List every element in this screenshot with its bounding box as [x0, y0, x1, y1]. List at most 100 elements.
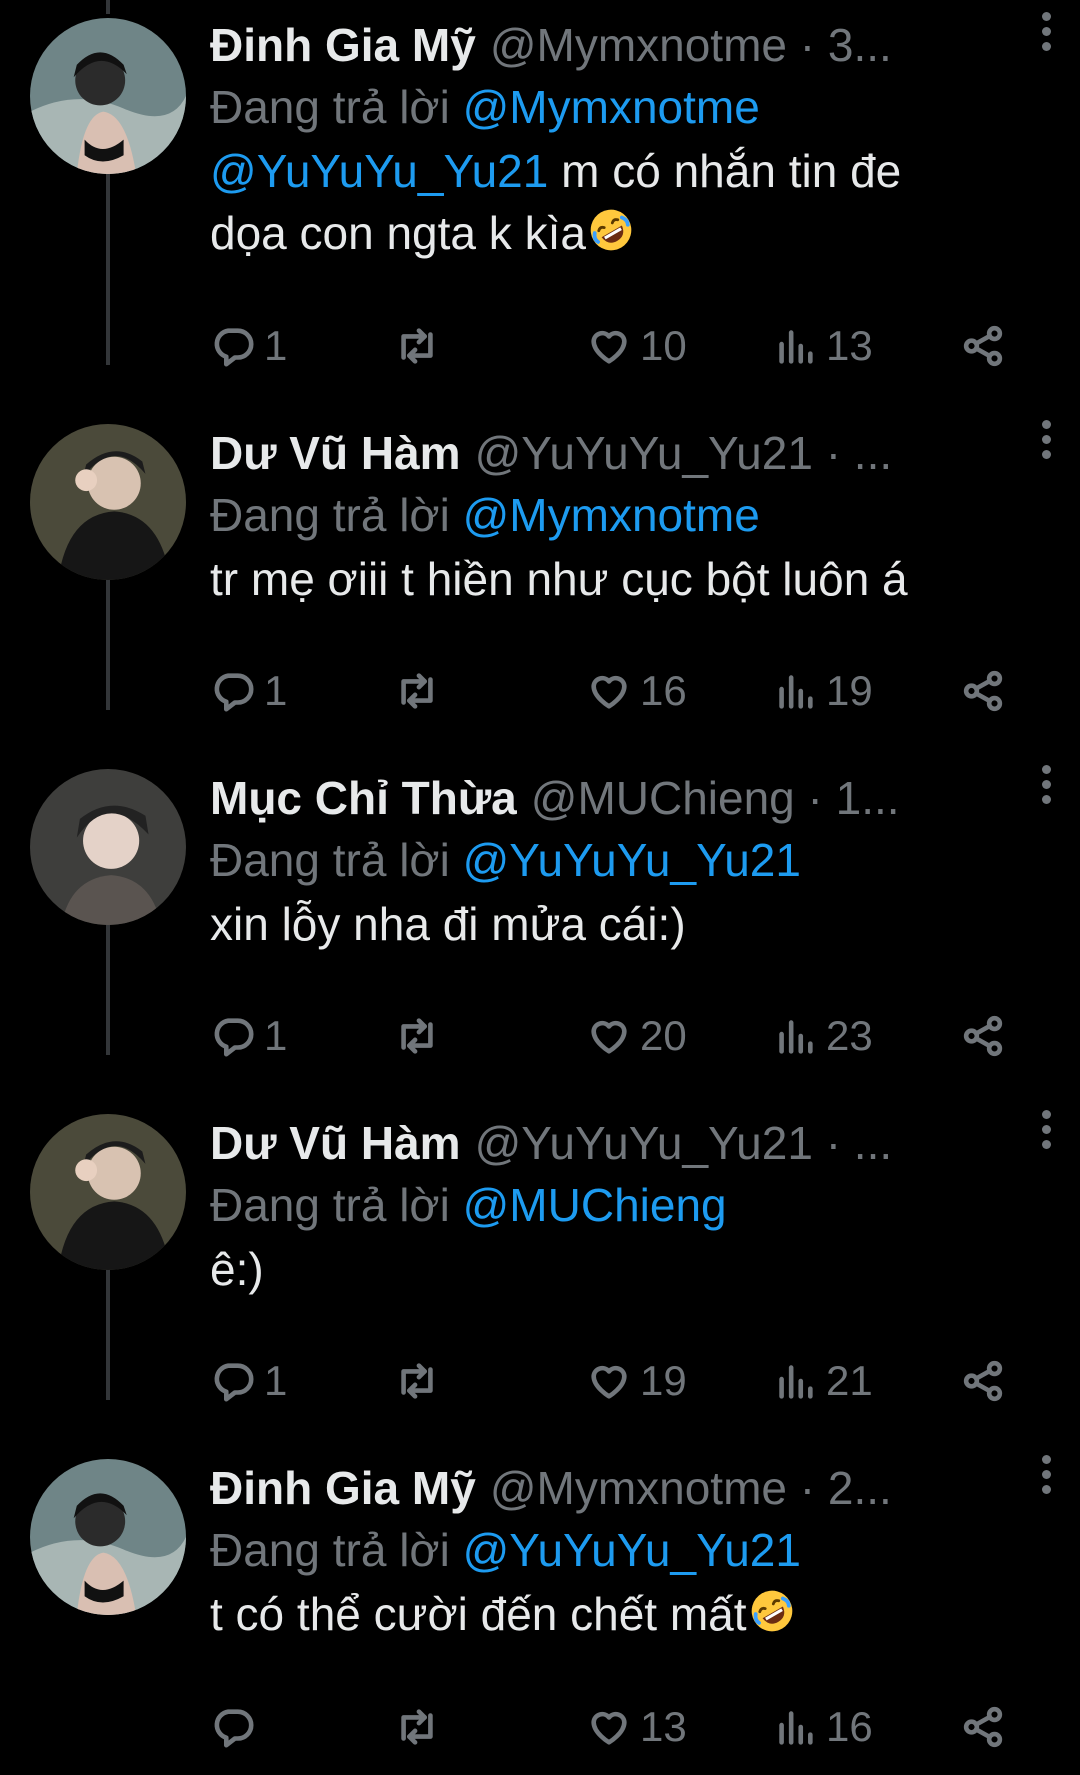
tweet-actions: 1 20 23	[210, 1006, 1010, 1066]
view-count: 23	[826, 1012, 873, 1059]
avatar[interactable]	[30, 1114, 186, 1270]
reply-icon	[210, 323, 256, 369]
tweet-text-part: dọa con ngta k kìa	[210, 207, 586, 259]
views-button[interactable]: 16	[772, 1697, 873, 1757]
tweet-actions: 1 19 21	[210, 1351, 1010, 1411]
replying-to: Đang trả lời @MUChieng	[210, 1174, 1050, 1236]
tweet[interactable]: Đinh Gia Mỹ @Mymxnotme · 2... Đang trả l…	[0, 1443, 1080, 1775]
share-button[interactable]	[960, 316, 1006, 376]
heart-icon	[586, 323, 632, 369]
like-button[interactable]: 10	[586, 316, 687, 376]
view-count: 19	[826, 667, 873, 714]
more-options-icon[interactable]	[1040, 1455, 1052, 1495]
tweet[interactable]: Dư Vũ Hàm @YuYuYu_Yu21 · ... Đang trả lờ…	[0, 1098, 1080, 1443]
retweet-button[interactable]	[394, 1006, 440, 1066]
author-handle-and-time[interactable]: @YuYuYu_Yu21 · ...	[475, 1112, 893, 1174]
tweet-text: tr mẹ ơiii t hiền như cục bột luôn á	[210, 553, 908, 605]
replying-label: Đang trả lời	[210, 489, 450, 541]
like-button[interactable]: 19	[586, 1351, 687, 1411]
retweet-button[interactable]	[394, 1351, 440, 1411]
avatar[interactable]	[30, 424, 186, 580]
text-mention-link[interactable]: @YuYuYu_Yu21	[210, 145, 548, 197]
author-handle-and-time[interactable]: @Mymxnotme · 2...	[490, 1457, 892, 1519]
like-button[interactable]: 16	[586, 661, 687, 721]
retweet-icon	[394, 323, 440, 369]
retweet-button[interactable]	[394, 1697, 440, 1757]
reply-mention-link[interactable]: @Mymxnotme	[463, 489, 760, 541]
heart-icon	[586, 1358, 632, 1404]
tweet[interactable]: Đinh Gia Mỹ @Mymxnotme · 3... Đang trả l…	[0, 0, 1080, 369]
reply-mention-link[interactable]: @MUChieng	[463, 1179, 727, 1231]
like-count: 19	[640, 1357, 687, 1404]
retweet-button[interactable]	[394, 661, 440, 721]
reply-button[interactable]: 1	[210, 661, 287, 721]
author-name[interactable]: Đinh Gia Mỹ	[210, 14, 476, 76]
author-name[interactable]: Dư Vũ Hàm	[210, 1112, 461, 1174]
author-name[interactable]: Mục Chỉ Thừa	[210, 767, 517, 829]
reply-icon	[210, 1358, 256, 1404]
reply-count: 1	[264, 322, 288, 369]
view-count: 21	[826, 1357, 873, 1404]
rofl-emoji-icon	[586, 205, 636, 255]
avatar[interactable]	[30, 1459, 186, 1615]
replying-label: Đang trả lời	[210, 1179, 450, 1231]
reply-button[interactable]: 1	[210, 316, 287, 376]
replying-to: Đang trả lời @Mymxnotme	[210, 484, 1050, 546]
retweet-icon	[394, 1013, 440, 1059]
more-options-icon[interactable]	[1040, 12, 1052, 52]
views-icon	[772, 1704, 818, 1750]
reply-count: 1	[264, 1357, 288, 1404]
like-button[interactable]: 13	[586, 1697, 687, 1757]
reply-button[interactable]: 1	[210, 1351, 287, 1411]
retweet-button[interactable]	[394, 316, 440, 376]
reply-count: 1	[264, 1012, 288, 1059]
author-handle-and-time[interactable]: @Mymxnotme · 3...	[490, 14, 892, 76]
share-icon	[960, 668, 1006, 714]
reply-icon	[210, 1013, 256, 1059]
reply-count: 1	[264, 667, 288, 714]
views-button[interactable]: 19	[772, 661, 873, 721]
views-button[interactable]: 21	[772, 1351, 873, 1411]
views-icon	[772, 323, 818, 369]
author-name[interactable]: Đinh Gia Mỹ	[210, 1457, 476, 1519]
author-name[interactable]: Dư Vũ Hàm	[210, 422, 461, 484]
replying-to: Đang trả lời @YuYuYu_Yu21	[210, 829, 1050, 891]
share-icon	[960, 1358, 1006, 1404]
avatar[interactable]	[30, 769, 186, 925]
reply-button[interactable]	[210, 1697, 264, 1757]
tweet-text: @YuYuYu_Yu21 m có nhắn tin đe dọa con ng…	[210, 140, 1050, 264]
reply-mention-link[interactable]: @Mymxnotme	[463, 81, 760, 133]
share-button[interactable]	[960, 1351, 1006, 1411]
share-icon	[960, 1013, 1006, 1059]
replying-to: Đang trả lời @Mymxnotme	[210, 76, 1050, 138]
rofl-emoji-icon	[747, 1586, 797, 1636]
tweet-actions: 1 16 19	[210, 661, 1010, 721]
author-handle-and-time[interactable]: @MUChieng · 1...	[531, 767, 900, 829]
views-button[interactable]: 23	[772, 1006, 873, 1066]
views-icon	[772, 1013, 818, 1059]
reply-mention-link[interactable]: @YuYuYu_Yu21	[463, 1524, 801, 1576]
retweet-icon	[394, 1704, 440, 1750]
reply-button[interactable]: 1	[210, 1006, 287, 1066]
like-button[interactable]: 20	[586, 1006, 687, 1066]
heart-icon	[586, 1704, 632, 1750]
retweet-icon	[394, 1358, 440, 1404]
share-icon	[960, 323, 1006, 369]
views-button[interactable]: 13	[772, 316, 873, 376]
more-options-icon[interactable]	[1040, 420, 1052, 460]
share-button[interactable]	[960, 1697, 1006, 1757]
share-button[interactable]	[960, 1006, 1006, 1066]
view-count: 13	[826, 322, 873, 369]
author-handle-and-time[interactable]: @YuYuYu_Yu21 · ...	[475, 422, 893, 484]
tweet[interactable]: Dư Vũ Hàm @YuYuYu_Yu21 · ... Đang trả lờ…	[0, 408, 1080, 753]
avatar[interactable]	[30, 18, 186, 174]
share-button[interactable]	[960, 661, 1006, 721]
tweet[interactable]: Mục Chỉ Thừa @MUChieng · 1... Đang trả l…	[0, 753, 1080, 1098]
more-options-icon[interactable]	[1040, 1110, 1052, 1150]
more-options-icon[interactable]	[1040, 765, 1052, 805]
heart-icon	[586, 1013, 632, 1059]
reply-mention-link[interactable]: @YuYuYu_Yu21	[463, 834, 801, 886]
like-count: 20	[640, 1012, 687, 1059]
heart-icon	[586, 668, 632, 714]
reply-icon	[210, 668, 256, 714]
